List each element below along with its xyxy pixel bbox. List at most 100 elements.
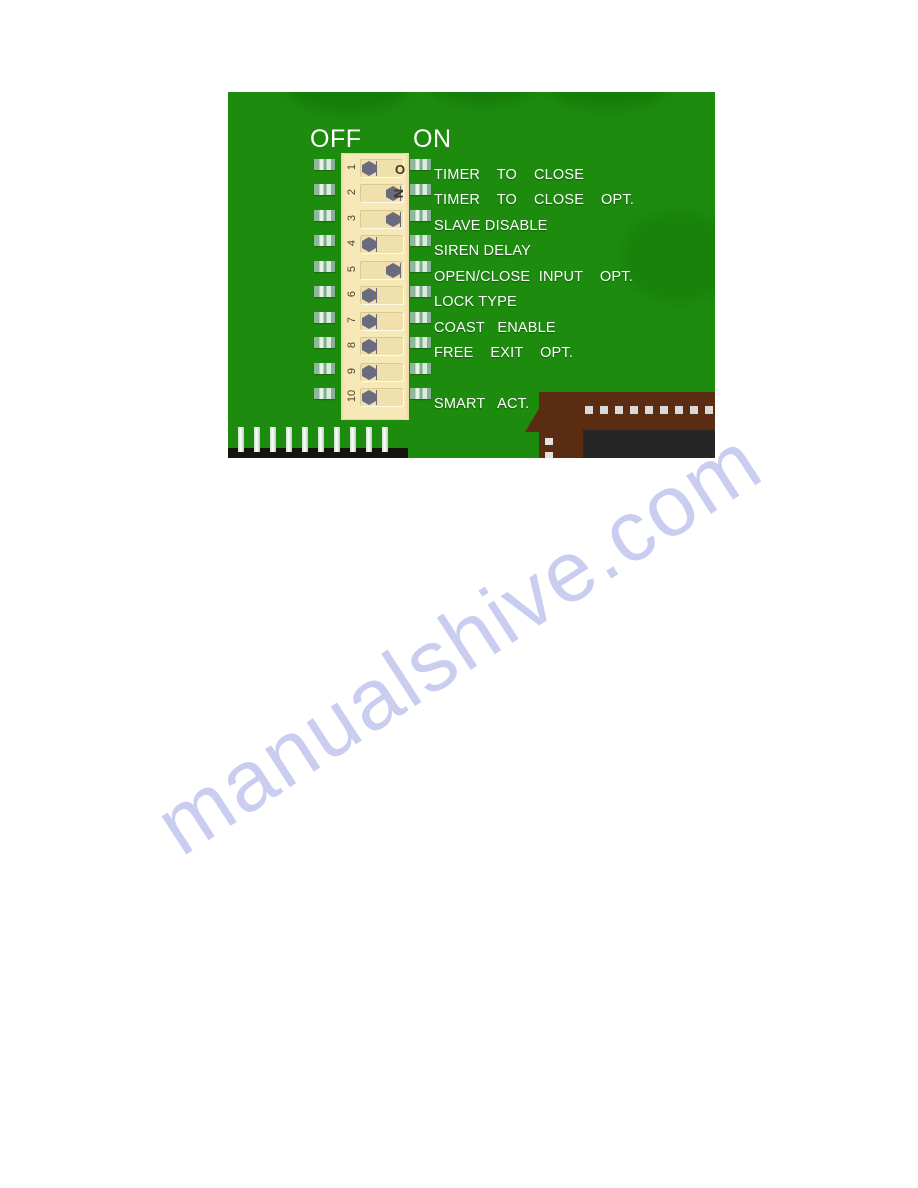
- label-on: ON: [413, 125, 452, 153]
- dip-switch-number: 6: [346, 290, 358, 298]
- dip-switch-row[interactable]: 10: [341, 385, 409, 408]
- dip-switch-number: 5: [346, 265, 358, 273]
- solder-pad-left: [314, 210, 335, 221]
- dip-switch-toggle[interactable]: [362, 237, 377, 252]
- solder-pad-right: [410, 261, 431, 272]
- connector-pad: [630, 406, 638, 414]
- dip-switch-number: 10: [346, 389, 358, 403]
- dip-switch-number: 9: [346, 367, 358, 375]
- dip-switch-slot: [360, 363, 403, 381]
- dip-switch-slot: [360, 286, 403, 304]
- solder-pad-left: [314, 388, 335, 399]
- connector-body: [539, 392, 715, 432]
- dip-switch-number: 3: [346, 214, 358, 222]
- switch-function-label: OPEN/CLOSE INPUT OPT.: [434, 269, 633, 285]
- connector-pad: [675, 406, 683, 414]
- switch-function-label: SLAVE DISABLE: [434, 218, 548, 234]
- switch-function-label: LOCK TYPE: [434, 294, 517, 310]
- connector-pad: [660, 406, 668, 414]
- dip-switch-slot: [360, 235, 403, 253]
- connector-dark-shroud: [583, 430, 715, 458]
- header-pin: [382, 427, 388, 452]
- dip-switch-slot: [360, 261, 403, 279]
- board-texture-blotch: [288, 92, 408, 112]
- solder-pad-right: [410, 235, 431, 246]
- solder-pad-left: [314, 337, 335, 348]
- dip-switch-number: 7: [346, 316, 358, 324]
- dip-switch-row[interactable]: 7: [341, 309, 409, 332]
- solder-pad-right: [410, 337, 431, 348]
- solder-pad-right: [410, 312, 431, 323]
- solder-pad-left: [314, 261, 335, 272]
- header-pin: [302, 427, 308, 452]
- header-pin: [366, 427, 372, 452]
- dip-switch-toggle[interactable]: [362, 365, 377, 380]
- connector-pad: [645, 406, 653, 414]
- board-texture-blotch: [623, 212, 715, 302]
- connector-pad: [615, 406, 623, 414]
- dip-switch-toggle[interactable]: [386, 212, 401, 227]
- dip-switch-row[interactable]: 4: [341, 232, 409, 255]
- solder-pad-left: [314, 159, 335, 170]
- dip-switch-row[interactable]: 3: [341, 207, 409, 230]
- connector-pad: [585, 406, 593, 414]
- header-pin: [318, 427, 324, 452]
- solder-pad-right: [410, 363, 431, 374]
- direction-letter-o: O: [395, 162, 406, 177]
- connector-pad: [705, 406, 713, 414]
- header-pin: [286, 427, 292, 452]
- dip-switch-slot: [360, 337, 403, 355]
- connector-side-pad: [545, 452, 553, 458]
- dip-switch-number: 8: [346, 341, 358, 349]
- header-pin: [238, 427, 244, 452]
- brown-connector: [525, 392, 715, 458]
- dip-switch-slot: [360, 210, 403, 228]
- dip-switch-number: 1: [346, 163, 358, 171]
- switch-function-label: COAST ENABLE: [434, 320, 556, 336]
- pcb-dip-switch-figure: OFF ON 1 2 3 4 5 6 7 8 9 10 O N TIMER TO…: [228, 92, 715, 458]
- board-texture-blotch: [548, 92, 668, 108]
- dip-switch-number: 2: [346, 188, 358, 196]
- dip-switch-toggle[interactable]: [362, 339, 377, 354]
- connector-pad: [690, 406, 698, 414]
- dip-switch-row[interactable]: 5: [341, 258, 409, 281]
- dip-switch-row[interactable]: 6: [341, 283, 409, 306]
- dip-switch-toggle[interactable]: [362, 288, 377, 303]
- dip-switch-row[interactable]: 9: [341, 360, 409, 383]
- solder-pad-left: [314, 235, 335, 246]
- label-off: OFF: [310, 125, 362, 153]
- header-pin: [254, 427, 260, 452]
- dip-switch-number: 4: [346, 239, 358, 247]
- connector-pad: [600, 406, 608, 414]
- solder-pad-left: [314, 286, 335, 297]
- solder-pad-left: [314, 312, 335, 323]
- solder-pad-right: [410, 286, 431, 297]
- header-pin: [270, 427, 276, 452]
- switch-function-label: FREE EXIT OPT.: [434, 345, 574, 361]
- switch-function-label: SMART ACT.: [434, 396, 530, 412]
- dip-switch-toggle[interactable]: [362, 390, 377, 405]
- dip-switch-row[interactable]: 8: [341, 334, 409, 357]
- switch-function-label: TIMER TO CLOSE: [434, 167, 585, 183]
- dip-switch-toggle[interactable]: [362, 161, 377, 176]
- watermark-text: manualshive.com: [139, 412, 779, 874]
- dip-switch-slot: [360, 388, 403, 406]
- dip-switch-slot: [360, 312, 403, 330]
- pin-header: [228, 422, 408, 458]
- board-texture-blotch: [428, 92, 538, 104]
- switch-function-label: TIMER TO CLOSE OPT.: [434, 192, 635, 208]
- solder-pad-left: [314, 184, 335, 195]
- solder-pad-right: [410, 159, 431, 170]
- header-pin: [334, 427, 340, 452]
- document-page: OFF ON 1 2 3 4 5 6 7 8 9 10 O N TIMER TO…: [0, 0, 918, 1188]
- switch-function-label: SIREN DELAY: [434, 243, 532, 259]
- solder-pad-right: [410, 388, 431, 399]
- header-pin: [350, 427, 356, 452]
- solder-pad-right: [410, 210, 431, 221]
- dip-switch-toggle[interactable]: [362, 314, 377, 329]
- dip-switch-toggle[interactable]: [386, 263, 401, 278]
- connector-side-pad: [545, 438, 553, 445]
- solder-pad-left: [314, 363, 335, 374]
- solder-pad-right: [410, 184, 431, 195]
- direction-letter-n: N: [391, 188, 407, 199]
